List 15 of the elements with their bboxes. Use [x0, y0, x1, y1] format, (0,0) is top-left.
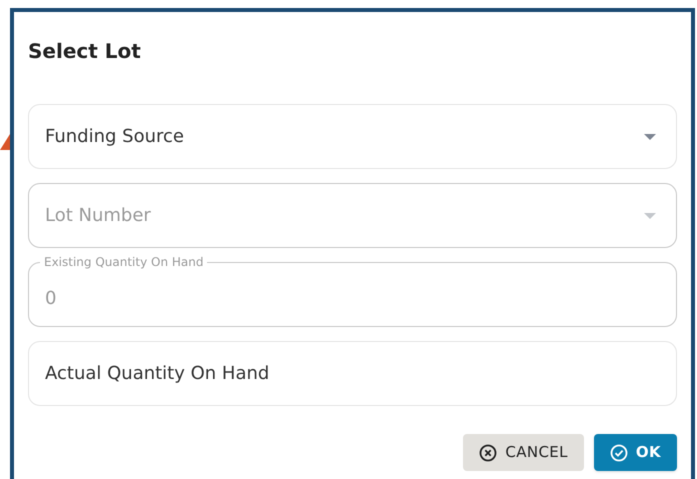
ok-button[interactable]: OK — [594, 434, 677, 471]
field-value: 0 — [45, 287, 56, 311]
close-icon — [479, 444, 498, 462]
caret-icon — [644, 134, 656, 140]
field-label: Actual Quantity On Hand — [45, 362, 270, 386]
floating-label: Existing Quantity On Hand — [40, 255, 208, 269]
caret-icon — [644, 212, 656, 218]
cancel-button[interactable]: CANCEL — [463, 434, 584, 471]
arrow-head-icon — [0, 134, 10, 150]
field-label: Lot Number — [45, 204, 151, 228]
field-label: Funding Source — [45, 125, 184, 149]
input-field[interactable]: Actual Quantity On Hand — [28, 341, 677, 406]
dialog-title: Select Lot — [28, 38, 142, 65]
select-field[interactable]: Funding Source — [28, 104, 677, 169]
check-circle-icon — [610, 444, 628, 462]
